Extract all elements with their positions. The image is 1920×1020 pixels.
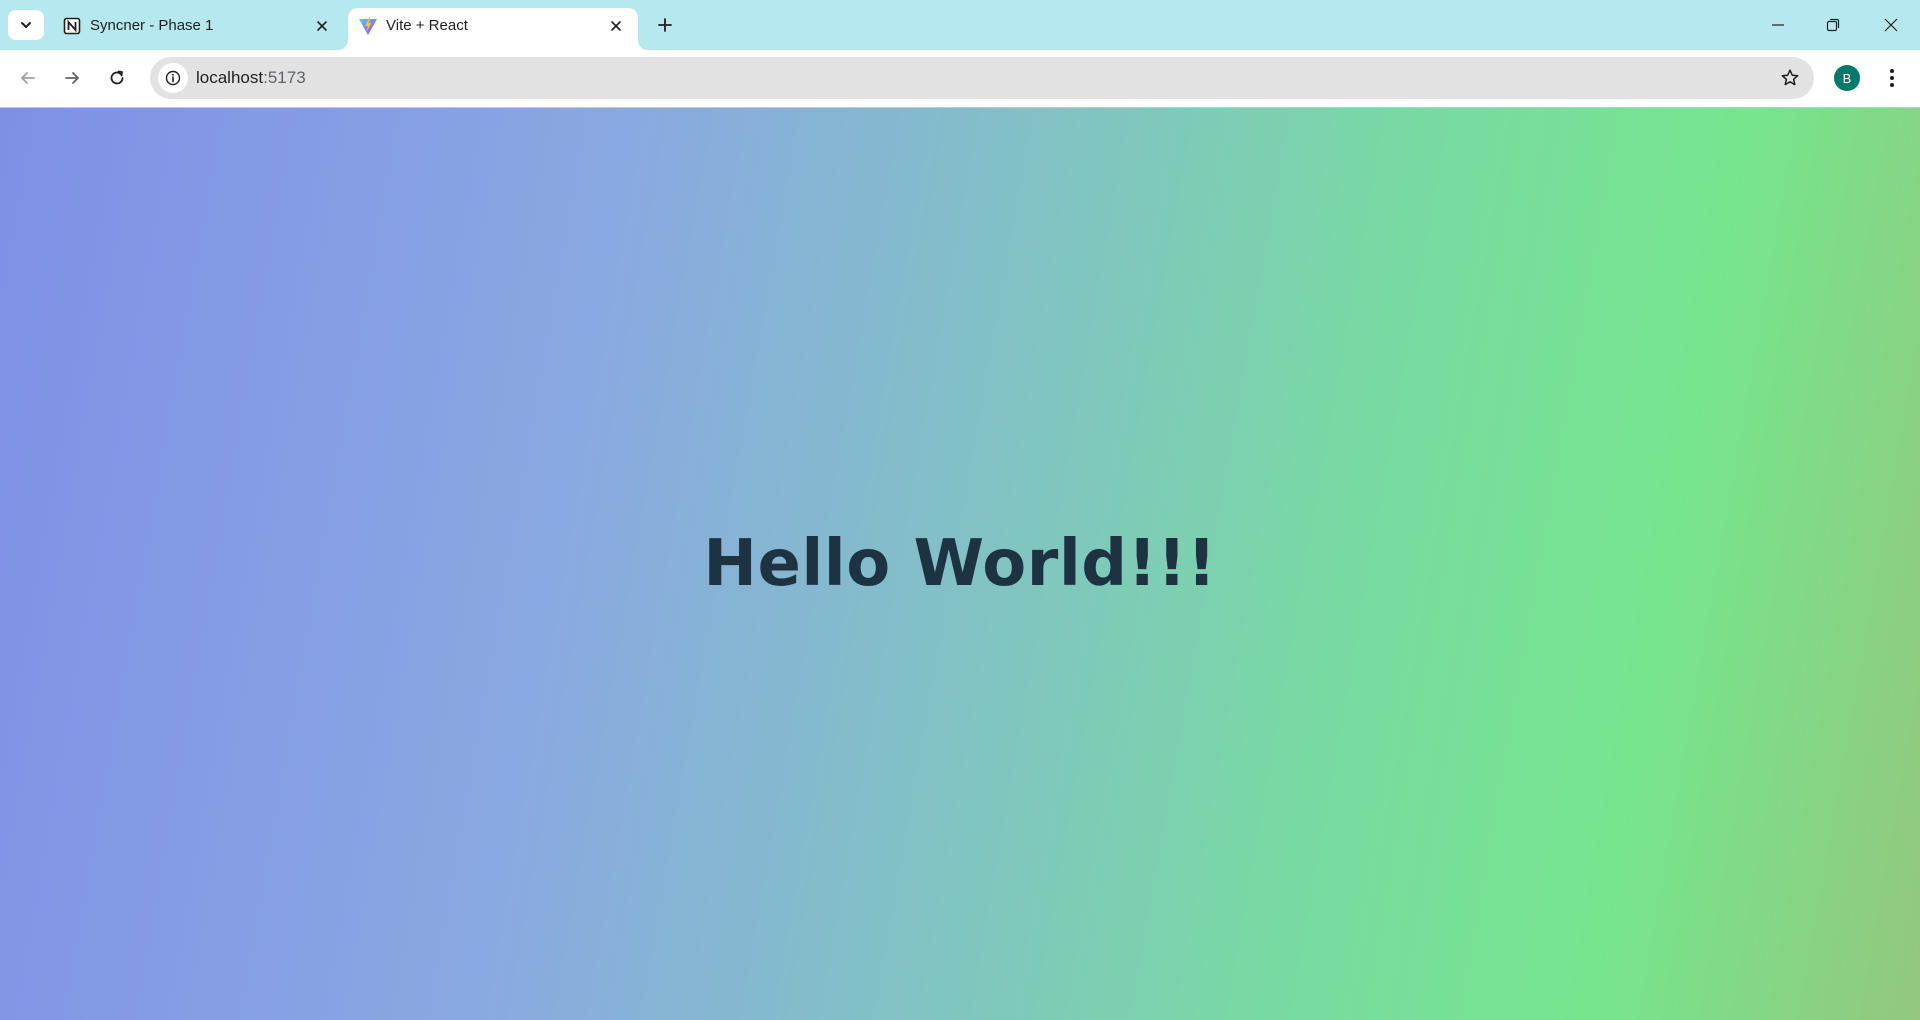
browser-toolbar: localhost:5173 B [0, 50, 1920, 108]
bookmark-button[interactable] [1778, 66, 1802, 90]
close-tab-button[interactable] [606, 16, 626, 36]
notion-icon [62, 16, 82, 36]
plus-icon [658, 18, 672, 32]
close-icon [1884, 18, 1898, 32]
arrow-right-icon [65, 72, 79, 84]
minimize-icon [1772, 24, 1784, 26]
close-icon [611, 21, 621, 31]
hello-world-heading: Hello World!!! [703, 527, 1217, 601]
arrow-left-icon [21, 72, 35, 84]
url-port: :5173 [263, 68, 306, 87]
profile-avatar[interactable]: B [1834, 65, 1860, 91]
back-button[interactable] [12, 62, 44, 94]
site-info-button[interactable] [158, 63, 188, 93]
url-host: localhost [196, 68, 264, 87]
tab-search-button[interactable] [8, 10, 44, 40]
browser-menu-button[interactable] [1878, 64, 1906, 92]
reload-icon [110, 70, 124, 85]
reload-button[interactable] [101, 62, 133, 94]
close-icon [317, 21, 327, 31]
close-window-button[interactable] [1871, 10, 1911, 40]
tab-strip: Syncner - Phase 1 Vite + React [0, 0, 1920, 50]
chevron-down-icon [21, 22, 31, 28]
close-tab-button[interactable] [312, 16, 332, 36]
tab-syncner[interactable]: Syncner - Phase 1 [52, 8, 344, 50]
new-tab-button[interactable] [652, 12, 678, 38]
restore-button[interactable] [1813, 10, 1853, 40]
tab-title: Vite + React [386, 17, 468, 34]
address-bar[interactable]: localhost:5173 [150, 57, 1814, 99]
kebab-menu-icon [1890, 69, 1894, 87]
browser-window: Syncner - Phase 1 Vite + React localhost… [0, 0, 1920, 1020]
restore-icon [1826, 18, 1840, 32]
tab-vite-react[interactable]: Vite + React [348, 8, 638, 50]
url-text[interactable]: localhost:5173 [196, 68, 306, 88]
star-icon [1781, 69, 1799, 86]
forward-button[interactable] [56, 62, 88, 94]
page-viewport: Hello World!!! [0, 108, 1920, 1020]
tab-title: Syncner - Phase 1 [90, 17, 214, 34]
vite-icon [358, 16, 378, 36]
minimize-button[interactable] [1758, 10, 1798, 40]
info-icon [165, 70, 181, 86]
